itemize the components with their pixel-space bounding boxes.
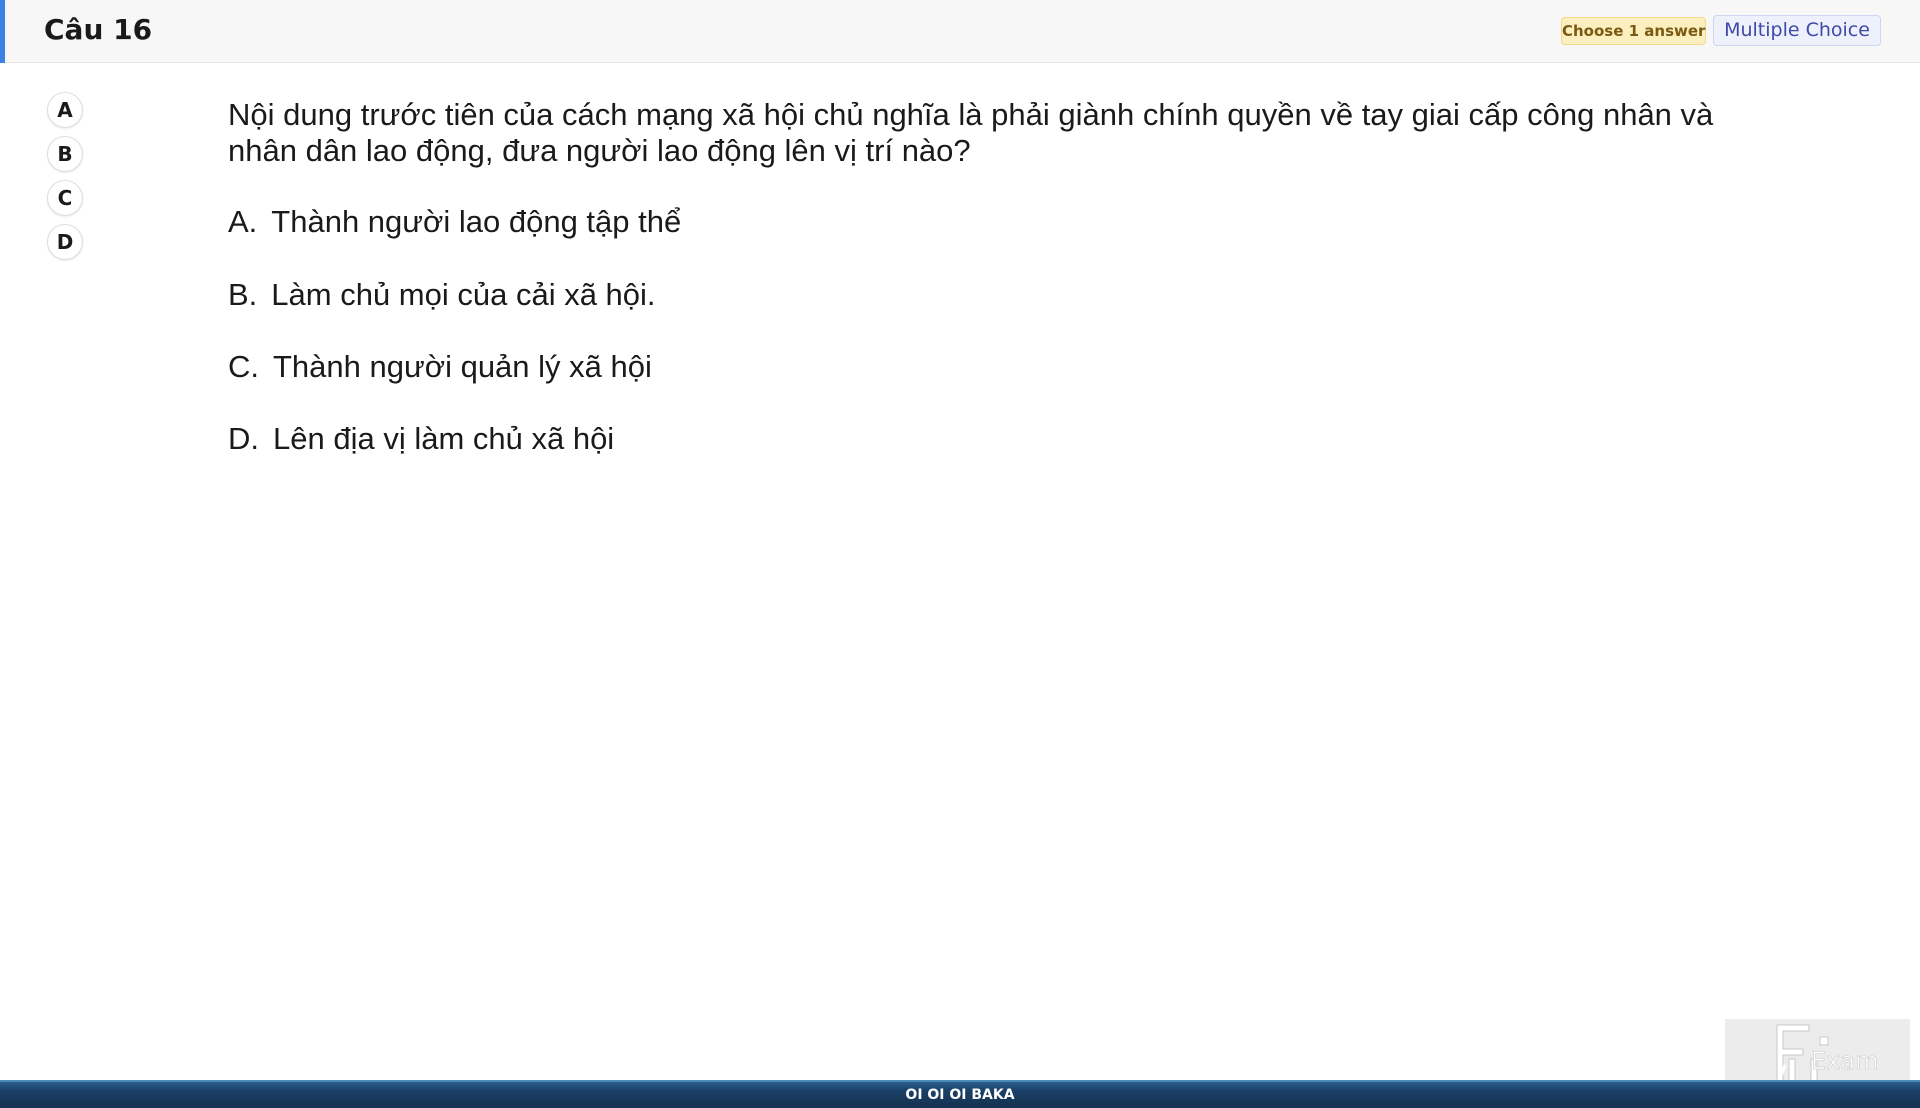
option-letter: D. <box>228 421 259 456</box>
footer-text: OI OI OI BAKA <box>905 1087 1015 1103</box>
option-text: Làm chủ mọi của cải xã hội. <box>271 277 656 312</box>
answer-button-a[interactable]: A <box>47 92 83 128</box>
footer-bar: OI OI OI BAKA <box>0 1080 1920 1108</box>
option-a: A. Thành người lao động tập thể <box>228 203 681 241</box>
question-text: Nội dung trước tiên của cách mạng xã hội… <box>228 97 1714 168</box>
question-number: Câu 16 <box>44 13 153 46</box>
option-letter: B. <box>228 277 258 312</box>
question-type-badge: Multiple Choice <box>1713 15 1881 46</box>
option-text: Thành người lao động tập thể <box>271 204 682 239</box>
exam-page: Câu 16 Choose 1 answer Multiple Choice A… <box>0 0 1920 1108</box>
option-c: C. Thành người quản lý xã hội <box>228 348 652 386</box>
option-d: D. Lên địa vị làm chủ xã hội <box>228 420 614 458</box>
answer-button-d[interactable]: D <box>47 224 83 260</box>
choose-answer-badge: Choose 1 answer <box>1561 17 1706 45</box>
option-letter: A. <box>228 204 258 239</box>
option-text: Thành người quản lý xã hội <box>273 349 652 384</box>
question-header: Câu 16 Choose 1 answer Multiple Choice <box>0 0 1920 63</box>
header-accent-bar <box>0 0 5 63</box>
option-letter: C. <box>228 349 259 384</box>
option-text: Lên địa vị làm chủ xã hội <box>273 421 615 456</box>
option-b: B. Làm chủ mọi của cải xã hội. <box>228 276 656 314</box>
answer-button-c[interactable]: C <box>47 180 83 216</box>
answer-button-b[interactable]: B <box>47 136 83 172</box>
logo-text: Exam <box>1811 1047 1878 1075</box>
